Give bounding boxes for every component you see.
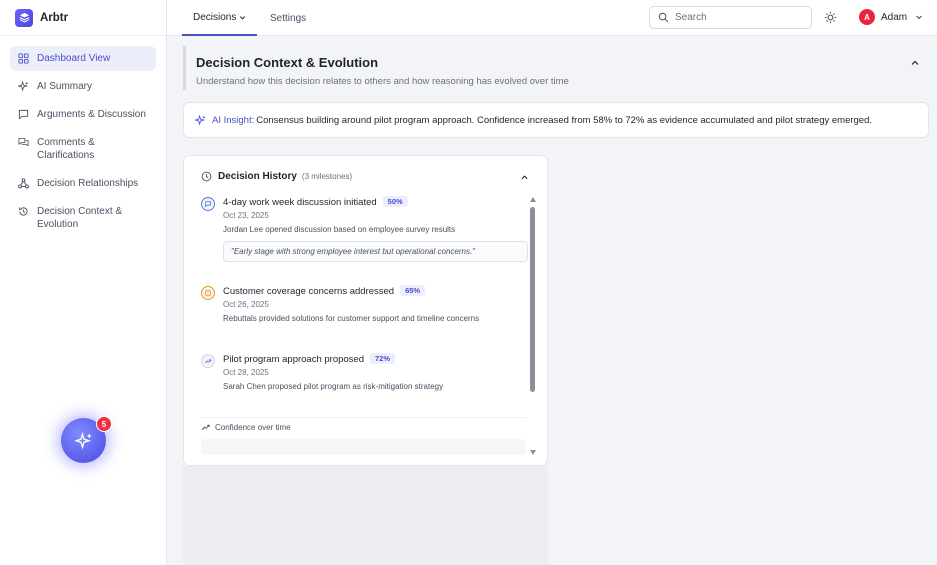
confidence-over-time-header: Confidence over time [201,423,291,432]
sidebar-item-comments[interactable]: Comments & Clarifications [10,130,156,168]
confidence-label: Confidence over time [215,423,291,432]
tab-label: Settings [270,12,307,24]
milestone-item: 4-day work week discussion initiated 50% … [201,196,531,266]
user-name: Adam [881,11,908,23]
user-menu[interactable]: A Adam [859,9,923,25]
message-circle-icon [201,197,215,211]
topbar: Decisions Settings A Adam [167,0,937,36]
message-square-icon [18,109,29,120]
milestone-description: Jordan Lee opened discussion based on em… [223,225,456,234]
sparkles-icon [195,114,206,126]
sidebar-item-ai-summary[interactable]: AI Summary [10,74,156,99]
search-input[interactable] [675,12,795,23]
milestone-title-text: Pilot program approach proposed [223,354,365,365]
sidebar-item-context-evolution[interactable]: Decision Context & Evolution [10,199,156,237]
chevron-down-icon [240,15,246,19]
section-header: Decision Context & Evolution Understand … [183,46,928,90]
search-icon [658,12,669,23]
tab-label: Decisions [193,11,237,23]
trending-up-icon [201,424,210,431]
trending-up-icon [201,354,215,368]
notification-badge: 5 [96,416,112,432]
milestone-date: Oct 28, 2025 [223,368,269,377]
sun-icon[interactable] [824,11,837,24]
sparkles-icon [18,81,29,92]
insight-label: AI Insight: [212,114,255,126]
milestone-quote: "Early stage with strong employee intere… [223,241,528,262]
sidebar-item-arguments[interactable]: Arguments & Discussion [10,102,156,127]
tab-decisions[interactable]: Decisions [182,0,258,36]
scroll-down-icon[interactable] [530,450,536,455]
ai-assistant-button[interactable]: 5 [61,416,112,463]
milestone-title-text: Customer coverage concerns addressed [223,286,395,297]
sidebar-item-label: Arguments & Discussion [37,109,146,120]
alert-circle-icon [201,286,215,300]
insight-text: Consensus building around pilot program … [256,114,873,126]
ai-insight-banner: AI Insight: Consensus building around pi… [183,102,929,138]
confidence-badge: 50% [382,196,408,207]
card-column-background [183,466,548,565]
milestone-date: Oct 23, 2025 [223,211,269,220]
sidebar-item-label: Decision Relationships [37,178,139,189]
scroll-thumb[interactable] [530,207,535,392]
sidebar: Arbtr Dashboard View AI Summary Argument… [0,0,167,565]
history-icon [19,207,28,216]
chevron-up-icon[interactable] [910,58,920,68]
milestone-description: Rebuttals provided solutions for custome… [223,314,480,323]
sparkles-icon [74,431,92,449]
milestone-date: Oct 26, 2025 [223,300,269,309]
page-title: Decision Context & Evolution [196,55,379,70]
card-title: Decision History [218,171,297,182]
confidence-badge: 72% [370,353,396,364]
messages-icon [18,137,29,147]
card-header: Decision History (3 milestones) [201,171,352,182]
page-subtitle: Understand how this decision relates to … [196,76,569,87]
milestone-description: Sarah Chen proposed pilot program as ris… [223,382,444,391]
sidebar-item-label: AI Summary [37,81,93,92]
milestone-item: Pilot program approach proposed 72% Oct 2… [201,353,531,398]
logo-icon [15,8,33,27]
sidebar-item-label: Comments & Clarifications [37,137,95,161]
search-box[interactable] [649,6,812,29]
divider [201,417,526,418]
app-name: Arbtr [40,11,69,24]
milestone-title: Customer coverage concerns addressed 65% [223,285,426,297]
decision-history-card: Decision History (3 milestones) 4-day wo… [183,155,548,466]
network-icon [18,178,29,189]
chevron-up-icon[interactable] [520,173,529,182]
sidebar-nav: Dashboard View AI Summary Arguments & Di… [0,36,166,250]
milestone-item: Customer coverage concerns addressed 65% … [201,285,531,330]
chevron-down-icon [916,15,923,20]
confidence-badge: 65% [400,285,426,296]
milestone-title: Pilot program approach proposed 72% [223,353,396,365]
sidebar-item-label: Dashboard View [37,53,111,64]
avatar: A [859,9,875,25]
tab-settings[interactable]: Settings [270,0,306,36]
brand[interactable]: Arbtr [0,0,166,36]
milestone-title: 4-day work week discussion initiated 50% [223,196,408,208]
sidebar-item-relationships[interactable]: Decision Relationships [10,171,156,196]
milestone-count: (3 milestones) [301,172,353,181]
scroll-up-icon[interactable] [530,197,536,202]
sidebar-item-label: Decision Context & Evolution [37,206,123,230]
milestone-title-text: 4-day work week discussion initiated [223,197,377,208]
clock-icon [201,171,212,182]
scrollbar[interactable] [530,197,536,455]
grid-icon [18,53,29,64]
sidebar-item-dashboard-view[interactable]: Dashboard View [10,46,156,71]
confidence-chart-area [201,439,526,455]
